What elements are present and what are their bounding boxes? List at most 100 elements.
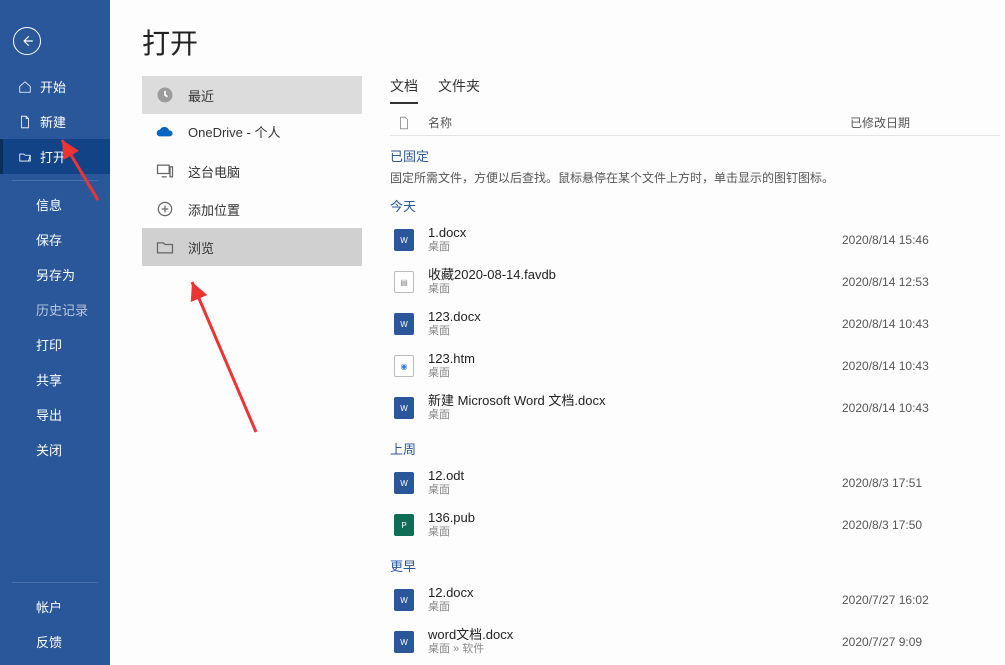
sidebar-item-share[interactable]: 共享 [0,362,110,397]
file-type-icon: ▤ [390,271,418,293]
file-row[interactable]: P 136.pub桌面2020/8/3 17:50 [390,504,992,546]
file-list-header: 名称 已修改日期 [390,114,1000,136]
file-name: 新建 Microsoft Word 文档.docx [428,393,842,409]
file-location: 桌面 [428,526,842,540]
file-date: 2020/8/3 17:51 [842,476,992,490]
file-date: 2020/8/3 17:50 [842,518,992,532]
tab-folders[interactable]: 文件夹 [438,76,480,104]
file-name: 12.docx [428,585,842,601]
file-row[interactable]: ◉ 123.htm桌面2020/8/14 10:43 [390,345,992,387]
file-type-icon: W [390,472,418,494]
file-row[interactable]: Wword文档.docx桌面 » 软件2020/7/27 9:09 [390,621,992,663]
sidebar-label: 打开 [40,147,66,166]
folder-icon [154,236,176,258]
sidebar-group-top: 开始 新建 打开 [0,69,110,174]
file-name: 123.docx [428,309,842,325]
sidebar-item-new[interactable]: 新建 [0,104,110,139]
file-list-scroll[interactable]: 已固定 固定所需文件，方便以后查找。鼠标悬停在某个文件上方时，单击显示的图钉图标… [390,136,1000,665]
sidebar-item-export[interactable]: 导出 [0,397,110,432]
sidebar-item-feedback[interactable]: 反馈 [0,624,110,659]
location-label: 添加位置 [188,200,240,219]
file-location: 桌面 [428,241,842,255]
file-date: 2020/8/14 10:43 [842,317,992,331]
back-button[interactable] [13,27,41,55]
file-type-icon: W [390,589,418,611]
home-icon [18,80,32,94]
file-row[interactable]: W新建 Microsoft Word 文档.docx桌面2020/8/14 10… [390,387,992,429]
sidebar-item-account[interactable]: 帐户 [0,589,110,624]
file-type-icon: P [390,514,418,536]
location-addplace[interactable]: 添加位置 [142,190,362,228]
divider [12,180,98,181]
location-thispc[interactable]: 这台电脑 [142,152,362,190]
sidebar-label: 信息 [36,195,62,214]
sidebar-item-save[interactable]: 保存 [0,222,110,257]
file-location: 桌面 [428,367,842,381]
file-location: 桌面 [428,601,842,615]
sidebar-label: 共享 [36,370,62,389]
sidebar-item-saveas[interactable]: 另存为 [0,257,110,292]
pinned-hint: 固定所需文件，方便以后查找。鼠标悬停在某个文件上方时，单击显示的图钉图标。 [390,169,992,186]
open-icon [18,150,32,164]
file-date: 2020/8/14 15:46 [842,233,992,247]
sidebar-label: 打印 [36,335,62,354]
file-type-icon: W [390,229,418,251]
divider [12,582,98,583]
file-type-icon: ◉ [390,355,418,377]
sidebar-label: 历史记录 [36,300,88,319]
file-icon [390,116,418,130]
backstage-sidebar: 开始 新建 打开 信息 保存 另存为 历史记录 打印 共享 导出 关闭 帐户 反… [0,0,110,665]
sidebar-label: 另存为 [36,265,75,284]
sidebar-item-history[interactable]: 历史记录 [0,292,110,327]
file-icon [18,115,32,129]
sidebar-label: 开始 [40,77,66,96]
open-page: 打开 最近 OneDrive - 个人 这台电脑 [110,0,1005,665]
sidebar-label: 帐户 [36,597,62,616]
group-title: 更早 [390,556,992,575]
group-title: 上周 [390,439,992,458]
sidebar-group-bottom: 帐户 反馈 [0,576,110,659]
sidebar-item-info[interactable]: 信息 [0,187,110,222]
file-date: 2020/8/14 10:43 [842,359,992,373]
file-name: 123.htm [428,351,842,367]
file-row[interactable]: W 1.docx桌面2020/8/14 15:46 [390,219,992,261]
clock-icon [154,84,176,106]
col-name[interactable]: 名称 [418,114,850,131]
sidebar-item-home[interactable]: 开始 [0,69,110,104]
file-date: 2020/7/27 16:02 [842,593,992,607]
file-location: 桌面 » 软件 [428,643,842,657]
page-title: 打开 [110,0,1005,80]
file-name: 1.docx [428,225,842,241]
sidebar-item-close[interactable]: 关闭 [0,432,110,467]
file-date: 2020/7/27 9:09 [842,635,992,649]
location-label: OneDrive - 个人 [188,125,280,141]
file-row[interactable]: W123.docx桌面2020/8/14 10:43 [390,303,992,345]
location-onedrive[interactable]: OneDrive - 个人 [142,114,362,152]
location-browse[interactable]: 浏览 [142,228,362,266]
col-date[interactable]: 已修改日期 [850,114,1000,131]
location-label: 最近 [188,86,214,105]
sidebar-item-open[interactable]: 打开 [0,139,110,174]
file-name: word文档.docx [428,627,842,643]
file-row[interactable]: W 12.docx桌面2020/7/27 16:02 [390,579,992,621]
tab-documents[interactable]: 文档 [390,76,418,104]
file-type-icon: W [390,631,418,653]
file-row[interactable]: W 12.odt桌面2020/8/3 17:51 [390,462,992,504]
sidebar-item-print[interactable]: 打印 [0,327,110,362]
file-location: 桌面 [428,409,842,423]
group-pinned-title: 已固定 [390,146,992,165]
location-recent[interactable]: 最近 [142,76,362,114]
sidebar-label: 反馈 [36,632,62,651]
file-name: 收藏2020-08-14.favdb [428,267,842,283]
file-location: 桌面 [428,325,842,339]
sidebar-label: 关闭 [36,440,62,459]
sidebar-label: 导出 [36,405,62,424]
addplace-icon [154,198,176,220]
location-label: 浏览 [188,238,214,257]
file-date: 2020/8/14 12:53 [842,275,992,289]
file-location: 桌面 [428,484,842,498]
file-name: 12.odt [428,468,842,484]
file-row[interactable]: ▤收藏2020-08-14.favdb桌面2020/8/14 12:53 [390,261,992,303]
file-date: 2020/8/14 10:43 [842,401,992,415]
file-name: 136.pub [428,510,842,526]
